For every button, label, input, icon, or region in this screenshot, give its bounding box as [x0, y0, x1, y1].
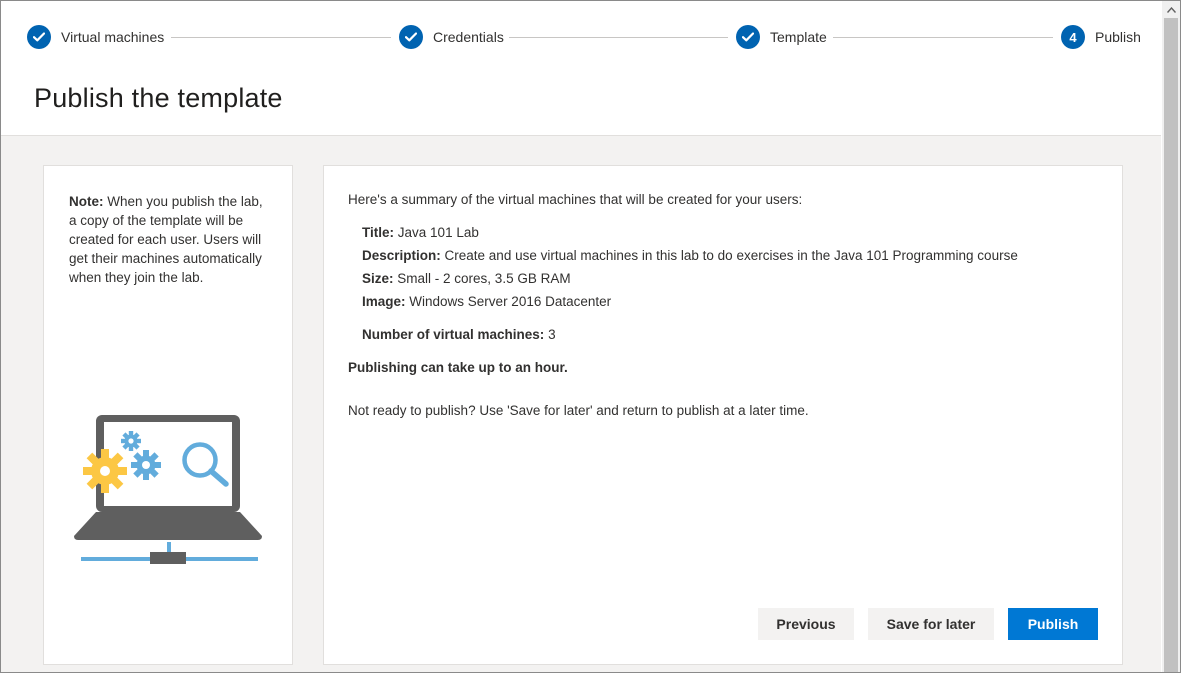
step-connector	[509, 37, 728, 38]
step-label: Virtual machines	[61, 29, 165, 45]
title-value: Java 101 Lab	[397, 225, 479, 240]
image-label: Image:	[362, 294, 406, 309]
laptop-illustration	[74, 415, 262, 564]
save-for-later-button[interactable]: Save for later	[868, 608, 994, 640]
step-number: 4	[1061, 25, 1085, 49]
size-row: Size: Small - 2 cores, 3.5 GB RAM	[362, 271, 571, 286]
title-label: Title:	[362, 225, 395, 240]
step-label: Credentials	[433, 29, 504, 45]
size-label: Size:	[362, 271, 394, 286]
description-row: Description: Create and use virtual mach…	[362, 248, 1018, 263]
scroll-up-arrow-icon[interactable]	[1162, 1, 1180, 18]
note-label: Note:	[69, 194, 104, 209]
summary-intro: Here's a summary of the virtual machines…	[348, 192, 803, 207]
wizard-content: Note: When you publish the lab, a copy o…	[1, 136, 1161, 672]
summary-panel: Here's a summary of the virtual machines…	[323, 165, 1123, 665]
publishing-time-note: Publishing can take up to an hour.	[348, 360, 568, 375]
checkmark-icon	[399, 25, 423, 49]
checkmark-icon	[736, 25, 760, 49]
vm-count-label: Number of virtual machines:	[362, 327, 545, 342]
description-value: Create and use virtual machines in this …	[444, 248, 1018, 263]
size-value: Small - 2 cores, 3.5 GB RAM	[397, 271, 571, 286]
checkmark-icon	[27, 25, 51, 49]
image-row: Image: Windows Server 2016 Datacenter	[362, 294, 611, 309]
image-value: Windows Server 2016 Datacenter	[409, 294, 612, 309]
note-panel: Note: When you publish the lab, a copy o…	[43, 165, 293, 665]
step-connector	[833, 37, 1053, 38]
vm-count-row: Number of virtual machines: 3	[362, 327, 556, 342]
vm-count-value: 3	[548, 327, 556, 342]
title-row: Title: Java 101 Lab	[362, 225, 479, 240]
scrollbar-thumb[interactable]	[1164, 18, 1178, 672]
step-template[interactable]: Template	[736, 25, 827, 49]
save-for-later-hint: Not ready to publish? Use 'Save for late…	[348, 403, 809, 418]
step-label: Template	[770, 29, 827, 45]
wizard-header: Virtual machines Credentials Template 4 …	[1, 1, 1161, 136]
step-publish[interactable]: 4 Publish	[1061, 25, 1141, 49]
step-connector	[171, 37, 391, 38]
vertical-scrollbar[interactable]	[1162, 1, 1180, 672]
note-text: Note: When you publish the lab, a copy o…	[69, 192, 269, 287]
page-title: Publish the template	[34, 83, 283, 113]
wizard-window: Virtual machines Credentials Template 4 …	[0, 0, 1181, 673]
step-credentials[interactable]: Credentials	[399, 25, 504, 49]
step-label: Publish	[1095, 29, 1141, 45]
description-label: Description:	[362, 248, 441, 263]
publish-button[interactable]: Publish	[1008, 608, 1098, 640]
previous-button[interactable]: Previous	[758, 608, 854, 640]
step-virtual-machines[interactable]: Virtual machines	[27, 25, 164, 49]
